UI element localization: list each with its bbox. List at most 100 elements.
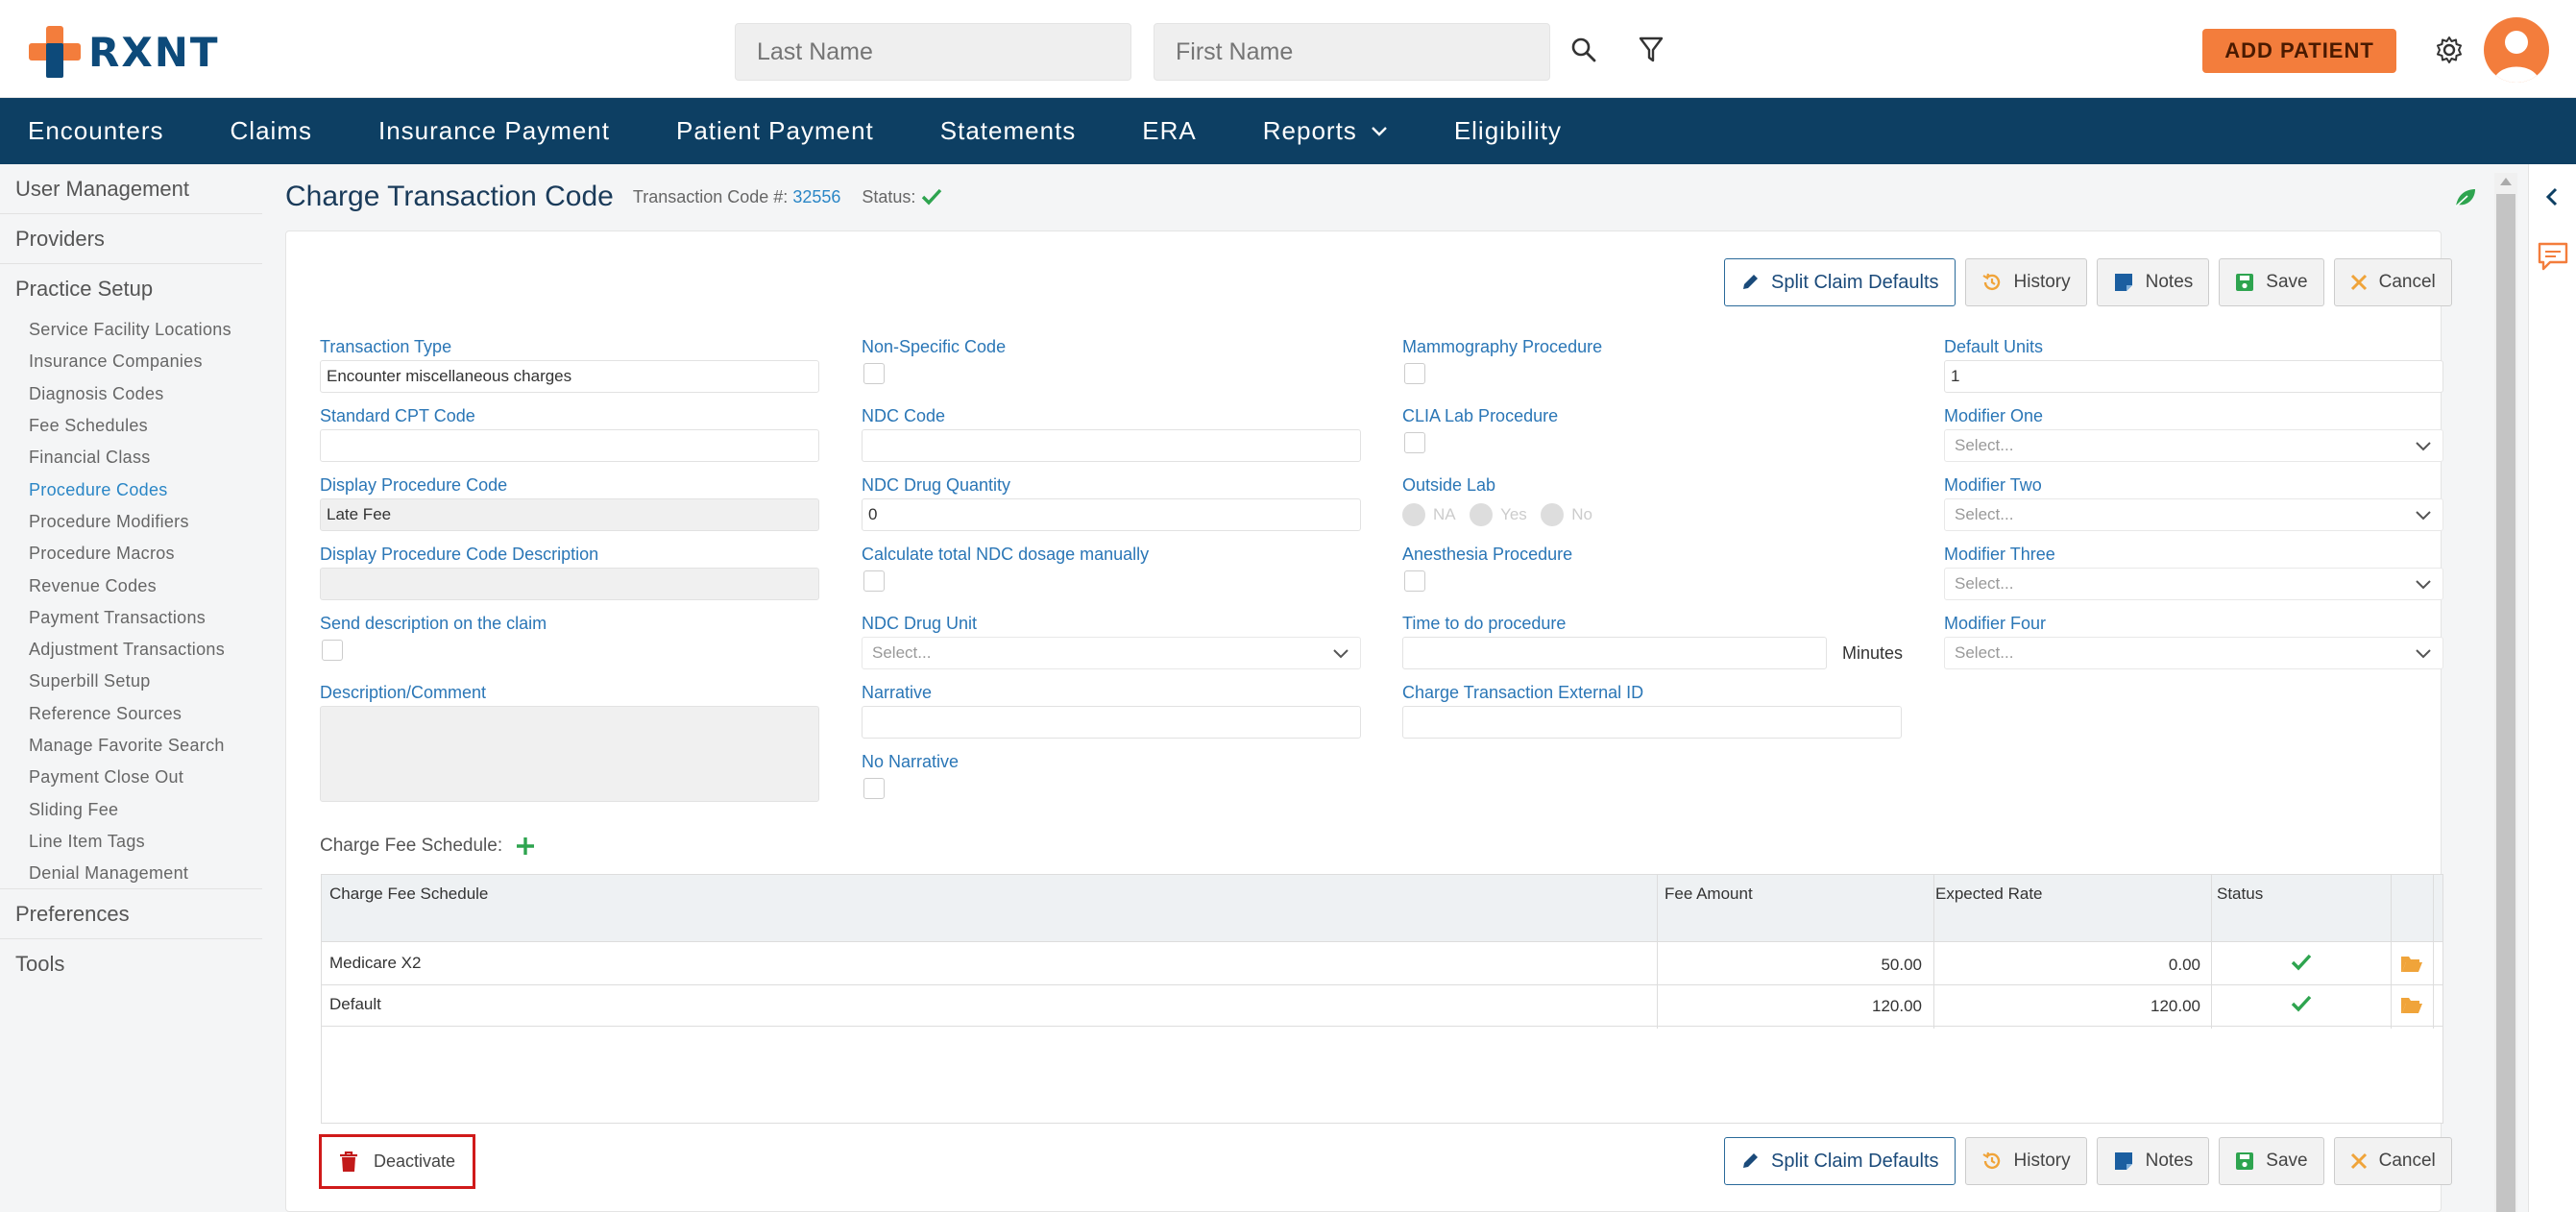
sidebar-item-manage-favorite-search[interactable]: Manage Favorite Search bbox=[0, 730, 262, 762]
outside-lab-na-radio[interactable] bbox=[1402, 503, 1425, 526]
scroll-up-icon[interactable] bbox=[2498, 175, 2514, 188]
sidebar-item-payment-close-out[interactable]: Payment Close Out bbox=[0, 762, 262, 793]
nav-patient-payment[interactable]: Patient Payment bbox=[676, 116, 874, 146]
table-row[interactable]: Default 120.00 120.00 bbox=[322, 985, 2442, 1027]
save-label: Save bbox=[2266, 272, 2308, 292]
display-code-description-field[interactable] bbox=[320, 568, 819, 600]
top-toolbar: Split Claim Defaults History Notes Save … bbox=[1724, 258, 2452, 306]
transaction-type-field[interactable]: Encounter miscellaneous charges bbox=[320, 360, 819, 393]
description-comment-label: Description/Comment bbox=[320, 683, 487, 702]
sidebar-section-providers[interactable]: Providers bbox=[0, 214, 262, 264]
table-row[interactable]: Medicare X2 50.00 0.00 bbox=[322, 944, 2442, 985]
save-button[interactable]: Save bbox=[2219, 1137, 2324, 1185]
gear-icon[interactable] bbox=[2428, 29, 2470, 71]
transaction-code-label: Transaction Code #: bbox=[632, 186, 789, 206]
folder-open-icon[interactable] bbox=[2400, 995, 2423, 1014]
sidebar-item-procedure-modifiers[interactable]: Procedure Modifiers bbox=[0, 506, 262, 538]
nav-statements[interactable]: Statements bbox=[940, 116, 1077, 146]
nav-reports[interactable]: Reports bbox=[1263, 116, 1388, 146]
sidebar-item-service-facility-locations[interactable]: Service Facility Locations bbox=[0, 314, 262, 346]
sidebar-item-procedure-codes[interactable]: Procedure Codes bbox=[0, 473, 262, 505]
rxnt-logo[interactable]: RXNT bbox=[29, 25, 220, 79]
notes-label: Notes bbox=[2145, 1151, 2194, 1171]
sidebar-item-diagnosis-codes[interactable]: Diagnosis Codes bbox=[0, 378, 262, 410]
anesthesia-checkbox[interactable] bbox=[1404, 570, 1425, 592]
add-patient-button[interactable]: ADD PATIENT bbox=[2202, 29, 2396, 73]
nav-encounters[interactable]: Encounters bbox=[28, 116, 164, 146]
content-scrollbar[interactable] bbox=[2494, 173, 2517, 1212]
send-description-checkbox[interactable] bbox=[322, 640, 343, 661]
sidebar-item-insurance-companies[interactable]: Insurance Companies bbox=[0, 346, 262, 377]
notes-button[interactable]: Notes bbox=[2096, 1137, 2210, 1185]
sidebar-item-sliding-fee[interactable]: Sliding Fee bbox=[0, 793, 262, 825]
outside-lab-yes-radio[interactable] bbox=[1470, 503, 1494, 526]
no-narrative-checkbox[interactable] bbox=[863, 778, 885, 799]
sidebar-item-superbill-setup[interactable]: Superbill Setup bbox=[0, 666, 262, 697]
sidebar-section-user-management[interactable]: User Management bbox=[0, 164, 262, 214]
time-to-do-field[interactable] bbox=[1402, 637, 1827, 669]
cancel-button[interactable]: Cancel bbox=[2333, 1137, 2452, 1185]
ndc-drug-unit-select[interactable]: Select... bbox=[862, 637, 1361, 669]
history-button[interactable]: History bbox=[1964, 1137, 2087, 1185]
calculate-ndc-checkbox[interactable] bbox=[863, 570, 885, 592]
user-avatar[interactable] bbox=[2484, 17, 2549, 83]
description-comment-textarea[interactable] bbox=[320, 706, 819, 802]
modifier-four-select[interactable]: Select... bbox=[1944, 637, 2443, 669]
ndc-drug-unit-value: Select... bbox=[872, 643, 932, 662]
notes-button[interactable]: Notes bbox=[2096, 258, 2210, 306]
clia-lab-label: CLIA Lab Procedure bbox=[1402, 406, 1559, 425]
chevron-left-icon[interactable] bbox=[2544, 187, 2560, 206]
sidebar-section-tools[interactable]: Tools bbox=[0, 939, 262, 989]
modifier-two-select[interactable]: Select... bbox=[1944, 498, 2443, 531]
sidebar-section-practice-setup[interactable]: Practice Setup bbox=[0, 264, 262, 314]
save-button[interactable]: Save bbox=[2219, 258, 2324, 306]
external-id-field[interactable] bbox=[1402, 706, 1902, 739]
narrative-field[interactable] bbox=[862, 706, 1361, 739]
first-name-input[interactable] bbox=[1154, 23, 1550, 81]
outside-lab-no-label: No bbox=[1571, 505, 1592, 523]
history-button[interactable]: History bbox=[1964, 258, 2087, 306]
sidebar-item-fee-schedules[interactable]: Fee Schedules bbox=[0, 410, 262, 442]
non-specific-code-checkbox[interactable] bbox=[863, 363, 885, 384]
nav-era[interactable]: ERA bbox=[1142, 116, 1196, 146]
split-claim-defaults-button[interactable]: Split Claim Defaults bbox=[1724, 1137, 1956, 1185]
modifier-three-select[interactable]: Select... bbox=[1944, 568, 2443, 600]
default-units-field[interactable]: 1 bbox=[1944, 360, 2443, 393]
standard-cpt-field[interactable] bbox=[320, 429, 819, 462]
row-schedule-name: Default bbox=[329, 995, 381, 1013]
ndc-code-field[interactable] bbox=[862, 429, 1361, 462]
sidebar-item-denial-management[interactable]: Denial Management bbox=[0, 858, 262, 890]
split-claim-defaults-label: Split Claim Defaults bbox=[1771, 271, 1939, 293]
nav-insurance-payment[interactable]: Insurance Payment bbox=[378, 116, 610, 146]
scrollbar-thumb[interactable] bbox=[2496, 194, 2515, 1212]
sidebar-item-reference-sources[interactable]: Reference Sources bbox=[0, 698, 262, 730]
mammography-checkbox[interactable] bbox=[1404, 363, 1425, 384]
sidebar-item-financial-class[interactable]: Financial Class bbox=[0, 442, 262, 473]
cancel-button[interactable]: Cancel bbox=[2333, 258, 2452, 306]
column-header-fee-amount: Fee Amount bbox=[1665, 885, 1753, 903]
deactivate-button[interactable]: Deactivate bbox=[319, 1134, 475, 1189]
sidebar-item-adjustment-transactions[interactable]: Adjustment Transactions bbox=[0, 634, 262, 666]
sidebar-item-procedure-macros[interactable]: Procedure Macros bbox=[0, 538, 262, 570]
chevron-down-icon bbox=[1333, 649, 1349, 659]
nav-eligibility[interactable]: Eligibility bbox=[1454, 116, 1562, 146]
sidebar-item-revenue-codes[interactable]: Revenue Codes bbox=[0, 570, 262, 601]
last-name-input[interactable] bbox=[735, 23, 1131, 81]
clia-lab-checkbox[interactable] bbox=[1404, 432, 1425, 453]
outside-lab-no-radio[interactable] bbox=[1541, 503, 1565, 526]
search-icon[interactable] bbox=[1563, 29, 1605, 71]
sidebar-section-preferences[interactable]: Preferences bbox=[0, 889, 262, 940]
ndc-drug-quantity-field[interactable]: 0 bbox=[862, 498, 1361, 531]
folder-open-icon[interactable] bbox=[2400, 954, 2423, 973]
chat-icon[interactable] bbox=[2537, 241, 2569, 272]
add-icon[interactable] bbox=[516, 836, 535, 856]
modifier-one-select[interactable]: Select... bbox=[1944, 429, 2443, 462]
filter-icon[interactable] bbox=[1630, 29, 1672, 71]
sidebar-item-payment-transactions[interactable]: Payment Transactions bbox=[0, 602, 262, 634]
split-claim-defaults-button[interactable]: Split Claim Defaults bbox=[1724, 258, 1956, 306]
display-procedure-code-field[interactable]: Late Fee bbox=[320, 498, 819, 531]
notes-icon bbox=[2114, 1152, 2132, 1170]
nav-claims[interactable]: Claims bbox=[231, 116, 312, 146]
outside-lab-radio-group: NA Yes No bbox=[1402, 503, 1602, 526]
sidebar-item-line-item-tags[interactable]: Line Item Tags bbox=[0, 826, 262, 858]
